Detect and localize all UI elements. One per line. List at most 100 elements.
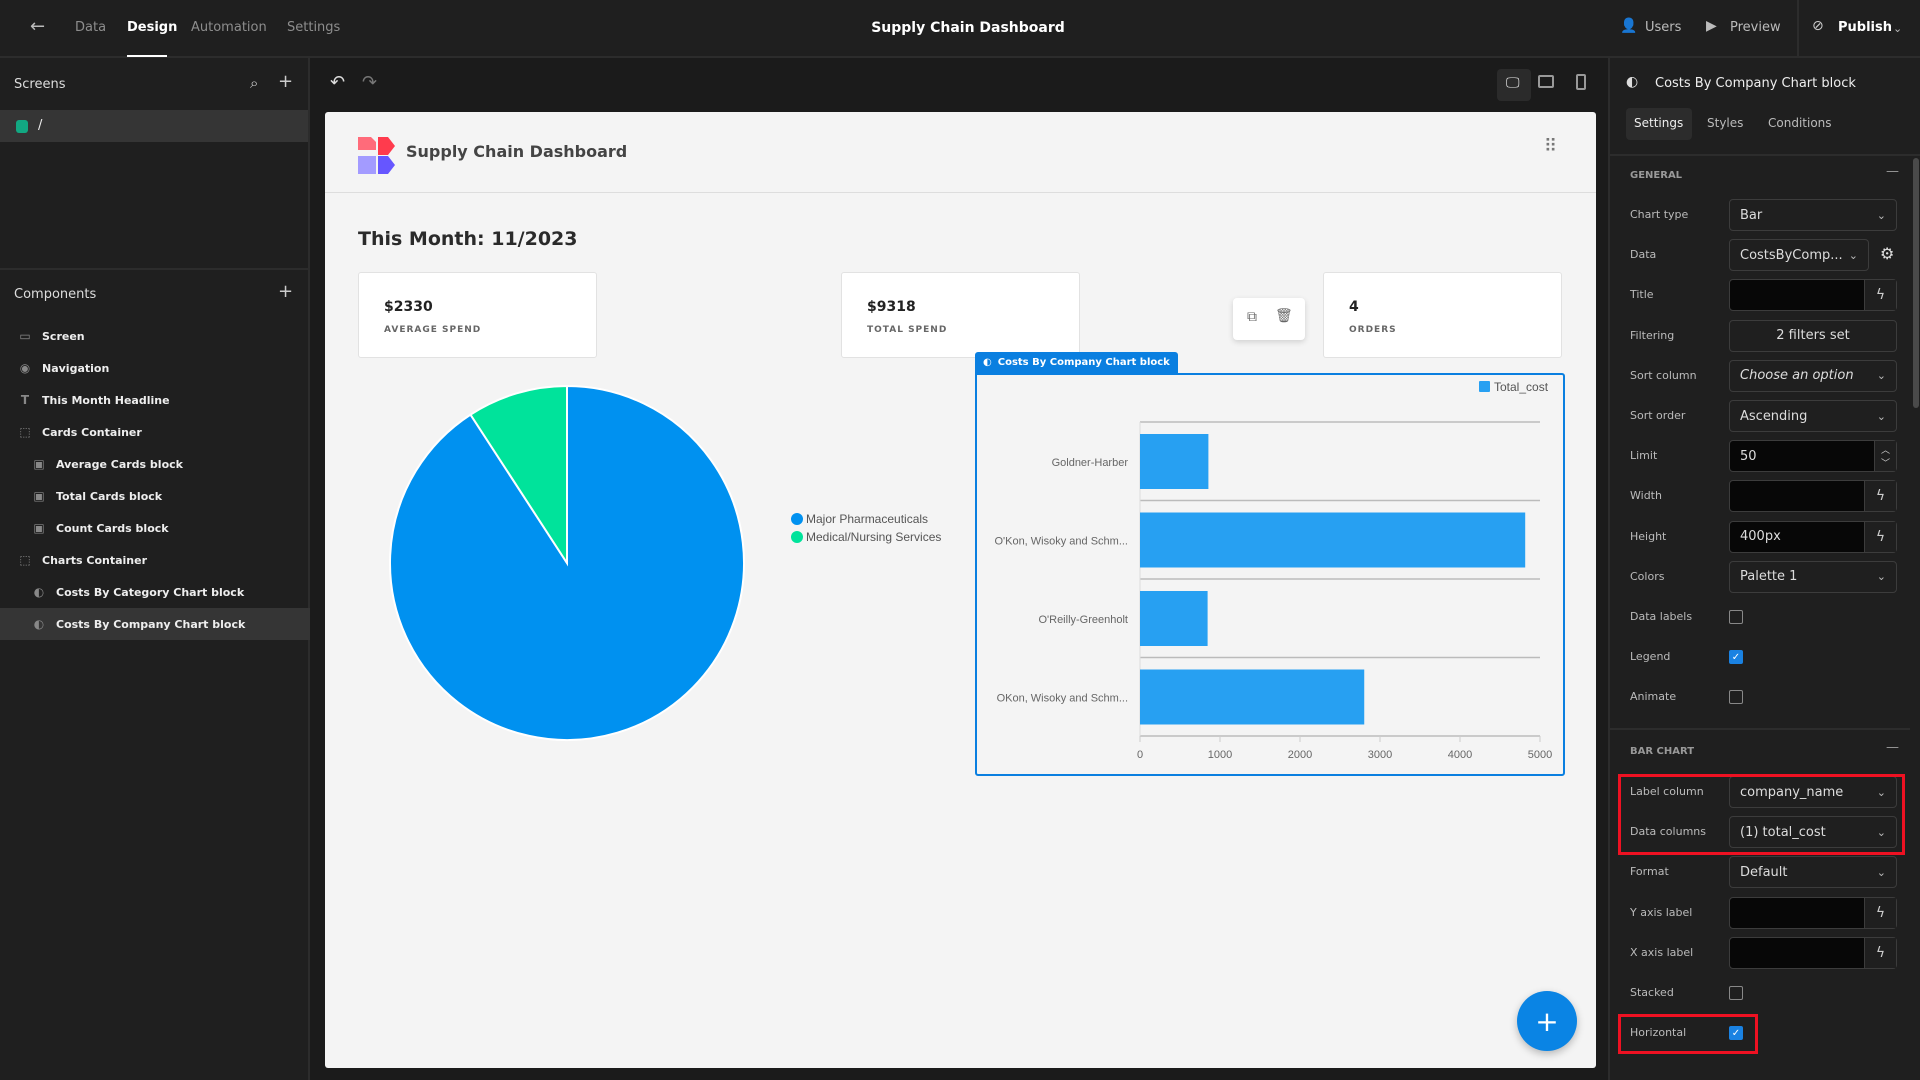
bar[interactable] [1140,512,1526,568]
component-item[interactable]: ◐ Costs By Category Chart block [0,576,310,608]
panel-tab-styles[interactable]: Styles [1707,116,1743,130]
count-card[interactable]: 4 ORDERS [1323,272,1562,358]
undo-icon[interactable]: ↶ [330,72,345,93]
number-input[interactable]: 50 ︿ ﹀ [1729,440,1897,473]
x-tick-label: 5000 [1528,749,1552,761]
trash-icon[interactable]: 🗑 [1275,308,1293,324]
redo-icon[interactable]: ↷ [362,72,377,93]
component-label: Charts Container [42,553,148,567]
chevron-down-icon: ⌄ [1876,369,1886,383]
add-component-icon[interactable]: + [278,281,293,302]
collapse-icon[interactable]: — [1886,164,1899,179]
component-label: Average Cards block [56,457,183,471]
publish-button[interactable]: Publish [1838,20,1892,35]
stepper[interactable]: ︿ ﹀ [1874,441,1896,472]
chevron-up-icon[interactable]: ︿ [1881,443,1890,456]
select-field[interactable]: Bar ⌄ [1729,199,1897,231]
component-item[interactable]: ⬚ Charts Container [0,544,310,576]
checkbox[interactable]: ✓ [1729,650,1743,665]
costs-by-category-chart[interactable]: Major Pharmaceuticals Medical/Nursing Ser… [325,372,1025,812]
component-item[interactable]: ▣ Average Cards block [0,448,310,480]
component-item[interactable]: ▭ Screen [0,320,310,352]
binding-input[interactable]: ϟ [1729,279,1897,312]
preview-canvas: Supply Chain Dashboard ⠿ This Month: 11/… [325,112,1596,1068]
divider [1797,0,1799,58]
costs-by-company-chart: Goldner-Harber O'Kon, Wisoky and Schm... O… [994,380,1552,761]
mobile-view-icon[interactable] [1576,74,1586,90]
category-label: O'Reilly-Greenholt [1038,614,1128,626]
binding-input[interactable]: ϟ [1729,480,1897,513]
select-field[interactable]: Default ⌄ [1729,856,1897,889]
users-button[interactable]: Users [1645,20,1681,35]
desktop-view-button[interactable]: 🖵 [1497,69,1531,101]
x-tick-label: 4000 [1448,749,1472,761]
this-month-headline[interactable]: This Month: 11/2023 [358,228,578,250]
panel-tab-settings[interactable]: Settings [1634,116,1683,130]
divider [1610,154,1920,156]
filtering-button[interactable]: 2 filters set [1729,319,1897,352]
component-item[interactable]: ◉ Navigation [0,352,310,384]
lightning-bolt-icon[interactable]: ϟ [1864,521,1896,552]
checkbox[interactable] [1729,610,1743,624]
bar-chart-section-title: BAR CHART [1630,746,1695,757]
lightning-bolt-icon[interactable]: ϟ [1864,481,1896,512]
checkbox[interactable] [1729,690,1743,705]
app-navigation: Supply Chain Dashboard ⠿ [325,112,1596,193]
field-label: Stacked [1630,986,1674,999]
users-icon: 👤 [1620,18,1638,34]
binding-input[interactable]: ϟ [1729,896,1897,929]
legend-label[interactable]: Medical/Nursing Services [806,530,941,544]
bar[interactable] [1140,434,1209,489]
total-card[interactable]: $9318 TOTAL SPEND [841,272,1080,358]
add-screen-icon[interactable]: + [278,71,293,92]
add-component-fab[interactable]: + [1517,991,1577,1051]
gear-icon[interactable]: ⚙ [1880,244,1894,263]
scrollbar[interactable] [1913,158,1919,408]
chevron-down-icon[interactable]: ﹀ [1881,456,1890,469]
tablet-view-icon[interactable] [1538,75,1554,88]
component-item[interactable]: ◐ Costs By Company Chart block [0,608,310,640]
input-value: 50 [1740,448,1757,464]
legend-marker [791,531,803,543]
component-item[interactable]: ⬚ Cards Container [0,416,310,448]
card-label: ORDERS [1349,325,1397,335]
screen-color-icon [16,120,28,133]
bar[interactable] [1140,591,1208,646]
input-value: 400px [1740,529,1781,545]
lightning-bolt-icon[interactable]: ϟ [1864,280,1896,311]
app-grid-icon[interactable]: ⠿ [1544,136,1557,157]
preview-button[interactable]: Preview [1730,20,1781,35]
select-value: Choose an option [1740,368,1854,384]
component-item[interactable]: ▣ Count Cards block [0,512,310,544]
lightning-bolt-icon[interactable]: ϟ [1864,937,1896,968]
field-label: Chart type [1630,208,1689,221]
binding-input[interactable]: ϟ [1729,936,1897,969]
legend-marker [1479,381,1490,392]
checkbox[interactable] [1729,986,1743,1000]
bar[interactable] [1140,669,1365,725]
settings-panel: ◐ Costs By Company Chart block Settings … [1608,58,1920,1080]
duplicate-icon[interactable]: ⧉ [1247,309,1257,325]
category-label: O'Kon, Wisoky and Schm... [994,536,1128,548]
lightning-bolt-icon[interactable]: ϟ [1864,897,1896,928]
collapse-icon[interactable]: — [1886,740,1899,755]
component-item[interactable]: T This Month Headline [0,384,310,416]
select-field[interactable]: Choose an option ⌄ [1729,359,1897,392]
legend-label[interactable]: Major Pharmaceuticals [806,512,928,526]
chevron-down-icon[interactable]: ⌄ [1893,22,1902,35]
component-item[interactable]: ▣ Total Cards block [0,480,310,512]
screen-item[interactable]: / [0,110,308,142]
data-source-select[interactable]: CostsByComp... ⌄ [1729,239,1869,272]
legend-label[interactable]: Total_cost [1494,380,1549,394]
select-field[interactable]: Ascending ⌄ [1729,400,1897,432]
components-title: Components [14,287,97,302]
binding-input[interactable]: 400px ϟ [1729,520,1897,553]
container-icon: ⬚ [19,553,31,567]
costs-by-company-chart-block[interactable]: Goldner-Harber O'Kon, Wisoky and Schm... O… [975,373,1565,776]
field-label: Height [1630,529,1667,543]
average-card[interactable]: $2330 AVERAGE SPEND [358,272,597,358]
search-icon[interactable]: ⌕ [250,74,258,92]
panel-tab-conditions[interactable]: Conditions [1768,116,1832,130]
divider [1610,728,1910,730]
select-field[interactable]: Palette 1 ⌄ [1729,560,1897,593]
